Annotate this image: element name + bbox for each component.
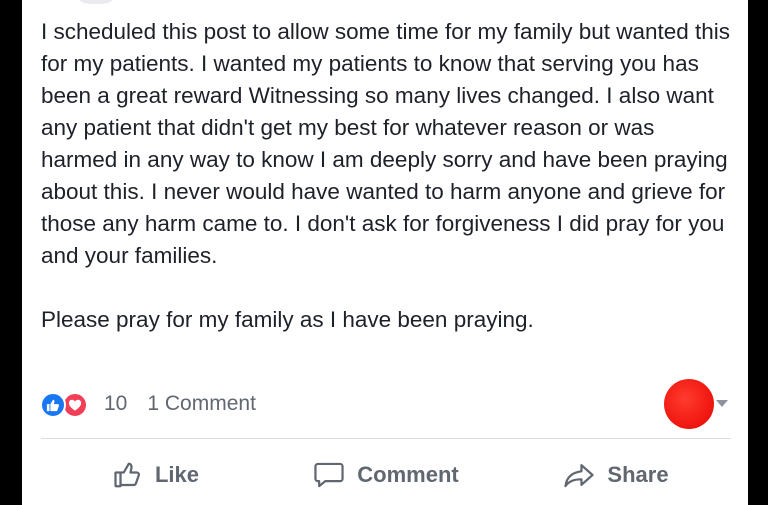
like-button[interactable]: Like [41, 460, 271, 490]
chevron-down-icon[interactable] [716, 400, 728, 407]
share-arrow-icon [563, 460, 595, 490]
facebook-post-card: I scheduled this post to allow some time… [22, 0, 748, 505]
reactions-summary: 10 1 Comment [40, 389, 730, 419]
post-text: I scheduled this post to allow some time… [41, 16, 731, 336]
comment-count-link[interactable]: 1 Comment [147, 392, 256, 416]
share-button-label: Share [607, 462, 669, 487]
post-paragraph: Please pray for my family as I have been… [41, 307, 534, 332]
speech-bubble-icon [313, 460, 345, 490]
reaction-count[interactable]: 10 [104, 392, 127, 416]
post-paragraph: I scheduled this post to allow some time… [41, 19, 731, 268]
share-button[interactable]: Share [501, 460, 731, 490]
thumbs-up-icon [113, 460, 143, 490]
comment-button-label: Comment [357, 462, 459, 487]
reaction-icons[interactable] [40, 390, 96, 418]
like-button-label: Like [154, 462, 200, 487]
like-reaction-icon [40, 392, 66, 418]
divider [41, 438, 731, 439]
avatar[interactable] [72, 0, 120, 4]
comment-button[interactable]: Comment [271, 460, 501, 490]
post-actions-bar: Like Comment Share [41, 450, 731, 500]
red-circle-marker [664, 379, 714, 429]
